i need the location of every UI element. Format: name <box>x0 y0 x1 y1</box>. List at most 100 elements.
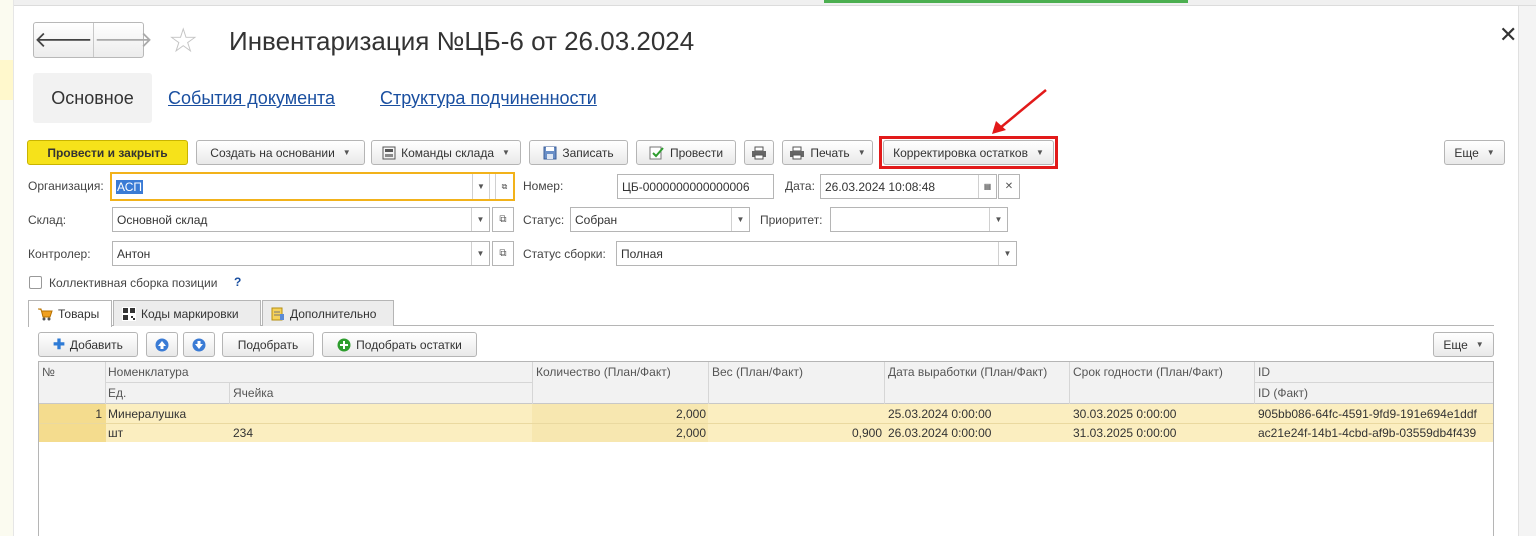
post-document-icon <box>649 146 664 159</box>
assembly-status-label: Статус сборки: <box>523 247 606 261</box>
goods-table: № Номенклатура Ед. Ячейка Количество (Пл… <box>38 361 1494 536</box>
col-header-unit[interactable]: Ед. <box>108 386 126 400</box>
quick-print-button[interactable] <box>744 140 774 165</box>
more-actions-button[interactable]: Еще ▼ <box>1444 140 1505 165</box>
add-circle-icon <box>337 338 351 351</box>
forward-button[interactable]: 🡒 <box>93 23 153 57</box>
priority-field[interactable]: ▼ <box>830 207 1008 232</box>
tab-subordination-structure[interactable]: Структура подчиненности <box>380 88 597 109</box>
add-label: Добавить <box>69 337 123 352</box>
col-header-weight[interactable]: Вес (План/Факт) <box>712 365 803 379</box>
col-header-cell[interactable]: Ячейка <box>233 386 273 400</box>
save-label: Записать <box>562 145 614 160</box>
row1-weight-fact: 0,900 <box>851 426 882 440</box>
col-header-qty[interactable]: Количество (План/Факт) <box>536 365 671 379</box>
warehouse-icon <box>382 146 396 159</box>
arrow-up-icon <box>155 338 169 351</box>
chevron-down-icon[interactable]: ▼ <box>472 174 490 199</box>
add-row-button[interactable]: ✚ Добавить <box>38 332 138 357</box>
left-panel-strip <box>0 0 14 536</box>
create-based-on-label: Создать на основании <box>210 145 335 160</box>
col-header-expiry[interactable]: Срок годности (План/Факт) <box>1073 365 1223 379</box>
chevron-down-icon[interactable]: ▼ <box>998 242 1016 265</box>
row1-cell: 234 <box>233 426 254 440</box>
tab-document-events[interactable]: События документа <box>168 88 335 109</box>
status-field[interactable]: Собран ▼ <box>570 207 750 232</box>
close-icon[interactable]: ✕ <box>1499 22 1517 48</box>
post-and-close-button[interactable]: Провести и закрыть <box>27 140 188 165</box>
priority-label: Приоритет: <box>760 213 823 227</box>
organization-label: Организация: <box>28 179 104 193</box>
chevron-down-icon: ▼ <box>1486 148 1495 157</box>
top-tab-strip <box>14 0 1536 6</box>
chevron-down-icon[interactable]: ▼ <box>731 208 749 231</box>
create-based-on-button[interactable]: Создать на основании ▼ <box>196 140 365 165</box>
grid-more-button[interactable]: Еще ▼ <box>1433 332 1494 357</box>
post-button[interactable]: Провести <box>636 140 736 165</box>
printer-icon <box>790 146 805 159</box>
help-icon[interactable]: ? <box>234 275 241 289</box>
arrow-down-icon <box>192 338 206 351</box>
row1-expiry-plan: 30.03.2025 0:00:00 <box>1073 407 1177 421</box>
print-menu-button[interactable]: Печать ▼ <box>782 140 873 165</box>
date-label: Дата: <box>785 179 815 193</box>
open-link-icon[interactable]: ⧉ <box>495 174 513 199</box>
chevron-down-icon: ▼ <box>857 148 866 157</box>
annotation-arrow-icon <box>992 89 1047 134</box>
date-field[interactable]: 26.03.2024 10:08:48 ▦ <box>820 174 997 199</box>
move-down-button[interactable] <box>183 332 215 357</box>
collective-assembly-checkbox[interactable] <box>29 276 42 289</box>
row1-prod-date-plan: 25.03.2024 0:00:00 <box>888 407 992 421</box>
open-warehouse-button[interactable]: ⧉ <box>492 207 514 232</box>
history-nav: 🡐 🡒 <box>33 22 153 58</box>
pick-stock-label: Подобрать остатки <box>356 337 462 352</box>
tab-main[interactable]: Основное <box>33 73 152 123</box>
highlight-box <box>879 136 1058 169</box>
calendar-icon[interactable]: ▦ <box>978 175 996 198</box>
page-title: Инвентаризация №ЦБ-6 от 26.03.2024 <box>229 26 695 56</box>
plus-icon: ✚ <box>53 336 65 352</box>
clear-date-button[interactable]: ✕ <box>998 174 1020 199</box>
arrow-right-icon: 🡒 <box>94 27 153 52</box>
assembly-status-field[interactable]: Полная ▼ <box>616 241 1017 266</box>
tab-goods[interactable]: Товары <box>28 300 112 327</box>
organization-field[interactable]: АСП ▼ ⧉ <box>110 172 515 201</box>
arrow-left-icon: 🡐 <box>34 27 93 52</box>
back-button[interactable]: 🡐 <box>34 23 93 57</box>
chevron-down-icon[interactable]: ▼ <box>989 208 1007 231</box>
more-label: Еще <box>1454 145 1479 160</box>
warehouse-commands-button[interactable]: Команды склада ▼ <box>371 140 521 165</box>
row1-qty-plan: 2,000 <box>675 407 706 421</box>
col-header-id[interactable]: ID <box>1258 365 1270 379</box>
tab-additional[interactable]: Дополнительно <box>262 300 394 326</box>
tab-goods-label: Товары <box>58 307 100 321</box>
number-value: ЦБ-0000000000000006 <box>622 179 750 194</box>
controller-field[interactable]: Антон ▼ <box>112 241 490 266</box>
number-field[interactable]: ЦБ-0000000000000006 <box>617 174 774 199</box>
open-link-icon: ⧉ <box>499 214 507 225</box>
col-header-num[interactable]: № <box>42 365 55 379</box>
col-header-prod-date[interactable]: Дата выработки (План/Факт) <box>888 365 1047 379</box>
col-header-nomenclature[interactable]: Номенклатура <box>108 365 189 379</box>
post-label: Провести <box>669 145 724 160</box>
floppy-disk-icon <box>543 146 557 159</box>
col-header-id-fact[interactable]: ID (Факт) <box>1258 386 1308 400</box>
chevron-down-icon[interactable]: ▼ <box>471 242 489 265</box>
status-value: Собран <box>575 212 618 227</box>
move-up-button[interactable] <box>146 332 178 357</box>
tab-marking-codes[interactable]: Коды маркировки <box>113 300 261 326</box>
organization-value: АСП <box>116 179 144 194</box>
pick-stock-button[interactable]: Подобрать остатки <box>322 332 477 357</box>
warehouse-field[interactable]: Основной склад ▼ <box>112 207 490 232</box>
row1-id-fact: ac21e24f-14b1-4cbd-af9b-03559db4f439 <box>1258 426 1477 440</box>
chevron-down-icon: ▼ <box>502 148 510 157</box>
chevron-down-icon: ▼ <box>1475 340 1484 349</box>
save-button[interactable]: Записать <box>529 140 628 165</box>
chevron-down-icon[interactable]: ▼ <box>471 208 489 231</box>
pick-button[interactable]: Подобрать <box>222 332 314 357</box>
warehouse-label: Склад: <box>28 213 67 227</box>
favorite-star-icon[interactable]: ☆ <box>168 24 198 58</box>
collective-assembly-label: Коллективная сборка позиции <box>49 276 218 290</box>
tab-additional-label: Дополнительно <box>290 306 377 321</box>
open-controller-button[interactable]: ⧉ <box>492 241 514 266</box>
